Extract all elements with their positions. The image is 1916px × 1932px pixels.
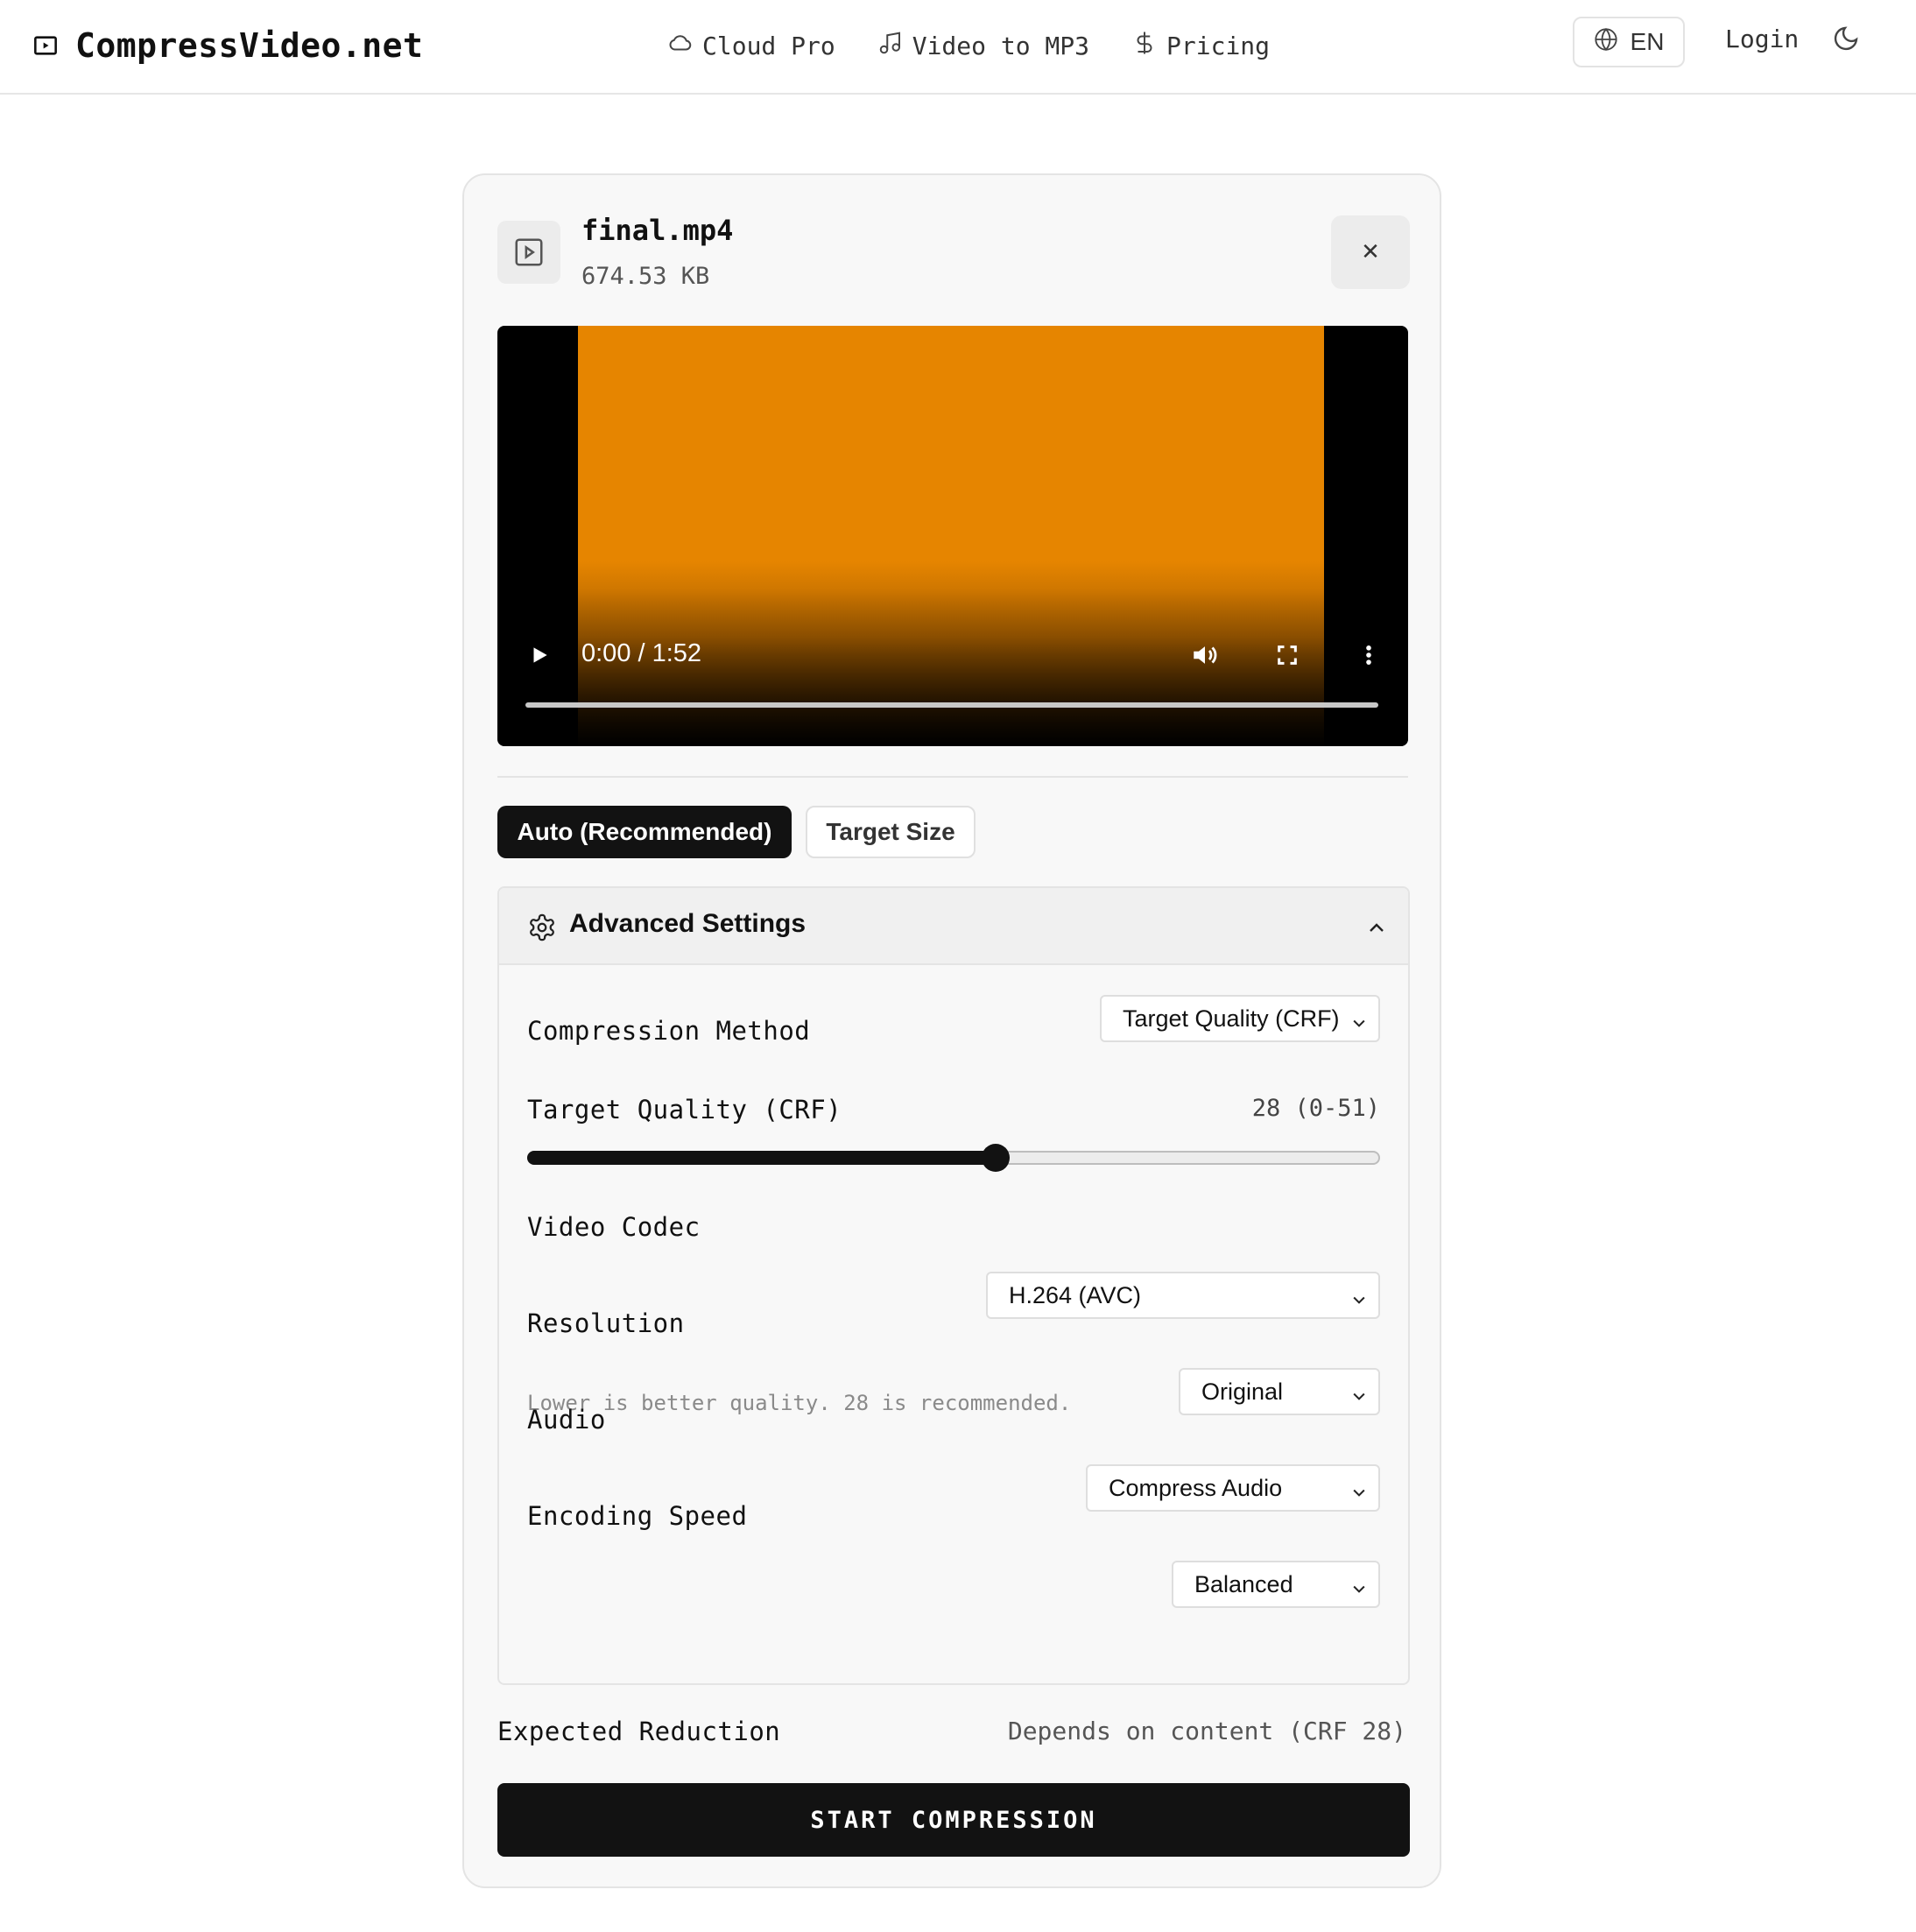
nav-label: Pricing [1166, 31, 1271, 60]
tab-auto-recommended[interactable]: Auto (Recommended) [497, 806, 792, 858]
close-icon: ✕ [1361, 239, 1380, 265]
brand[interactable]: CompressVideo.net [33, 21, 423, 70]
nav-cloud-pro[interactable]: Cloud Pro [667, 30, 835, 62]
file-name: final.mp4 [581, 214, 734, 247]
compression-method-select[interactable]: Target Quality (CRF) [1100, 995, 1380, 1042]
chevron-down-icon [1350, 1480, 1368, 1498]
advanced-settings-header[interactable]: Advanced Settings [499, 888, 1408, 965]
file-video-icon [497, 221, 560, 284]
expected-reduction-value: Depends on content (CRF 28) [1007, 1717, 1406, 1745]
top-header: CompressVideo.net Cloud Pro Video to MP3 [0, 0, 1916, 95]
brand-name: CompressVideo.net [75, 26, 424, 65]
play-button[interactable] [524, 641, 555, 673]
video-progress-bar[interactable] [525, 702, 1378, 708]
volume-icon [1190, 640, 1220, 673]
crf-slider-thumb[interactable] [981, 1144, 1010, 1172]
select-value: Original [1201, 1378, 1284, 1405]
select-value: Compress Audio [1109, 1474, 1283, 1501]
crf-label: Target Quality (CRF) [527, 1095, 842, 1125]
file-size: 674.53 KB [581, 263, 710, 290]
encoding-speed-label: Encoding Speed [527, 1501, 748, 1531]
chevron-down-icon [1350, 1384, 1368, 1401]
resolution-select[interactable]: Original [1179, 1368, 1380, 1415]
divider [497, 776, 1408, 778]
nav-label: Video to MP3 [912, 31, 1090, 60]
nav-video-to-mp3[interactable]: Video to MP3 [877, 30, 1089, 62]
audio-select[interactable]: Compress Audio [1086, 1464, 1380, 1512]
cloud-icon [667, 30, 694, 62]
resolution-label: Resolution [527, 1308, 685, 1338]
expected-reduction-label: Expected Reduction [497, 1717, 781, 1746]
chevron-down-icon [1350, 1287, 1368, 1305]
tab-target-size[interactable]: Target Size [806, 806, 976, 858]
compression-card: final.mp4 674.53 KB ✕ 0:00 / 1:52 Auto (… [462, 173, 1441, 1888]
dark-mode-toggle[interactable] [1830, 25, 1862, 56]
advanced-settings-panel: Advanced Settings Compression Method Tar… [497, 886, 1410, 1685]
chevron-up-icon [1366, 918, 1387, 939]
more-vertical-icon [1356, 643, 1381, 671]
start-compression-button[interactable]: START COMPRESSION [497, 1783, 1410, 1857]
globe-icon [1594, 27, 1618, 58]
time-display: 0:00 / 1:52 [581, 639, 702, 667]
gear-icon [527, 913, 557, 942]
select-value: Balanced [1194, 1570, 1293, 1597]
nav-label: Cloud Pro [702, 31, 835, 60]
login-link[interactable]: Login [1725, 25, 1799, 53]
chevron-down-icon [1350, 1576, 1368, 1594]
nav-pricing[interactable]: Pricing [1131, 30, 1270, 62]
chevron-down-icon [1350, 1011, 1368, 1028]
audio-label: Audio [527, 1405, 606, 1435]
encoding-speed-select[interactable]: Balanced [1172, 1561, 1380, 1608]
video-codec-select[interactable]: H.264 (AVC) [986, 1272, 1380, 1319]
more-options-button[interactable] [1356, 639, 1382, 674]
dollar-icon [1131, 30, 1158, 62]
remove-file-button[interactable]: ✕ [1331, 215, 1410, 289]
language-label: EN [1630, 28, 1665, 55]
video-icon [33, 33, 58, 58]
select-value: H.264 (AVC) [1009, 1281, 1142, 1308]
compression-method-label: Compression Method [527, 1016, 811, 1046]
video-player[interactable]: 0:00 / 1:52 [497, 326, 1408, 746]
fullscreen-button[interactable] [1270, 639, 1305, 674]
language-selector[interactable]: EN [1573, 17, 1685, 67]
crf-hint: Lower is better quality. 28 is recommend… [527, 1391, 1072, 1415]
select-value: Target Quality (CRF) [1123, 1005, 1340, 1032]
music-note-icon [877, 30, 904, 62]
crf-value: 28 (0-51) [1251, 1095, 1380, 1122]
main-nav: Cloud Pro Video to MP3 Pricing [667, 21, 1270, 70]
fullscreen-icon [1275, 643, 1300, 671]
play-icon [528, 644, 551, 670]
volume-button[interactable] [1186, 638, 1224, 676]
crf-slider-fill [527, 1151, 996, 1165]
advanced-settings-title: Advanced Settings [569, 909, 807, 938]
video-codec-label: Video Codec [527, 1212, 701, 1242]
moon-icon [1832, 25, 1860, 56]
